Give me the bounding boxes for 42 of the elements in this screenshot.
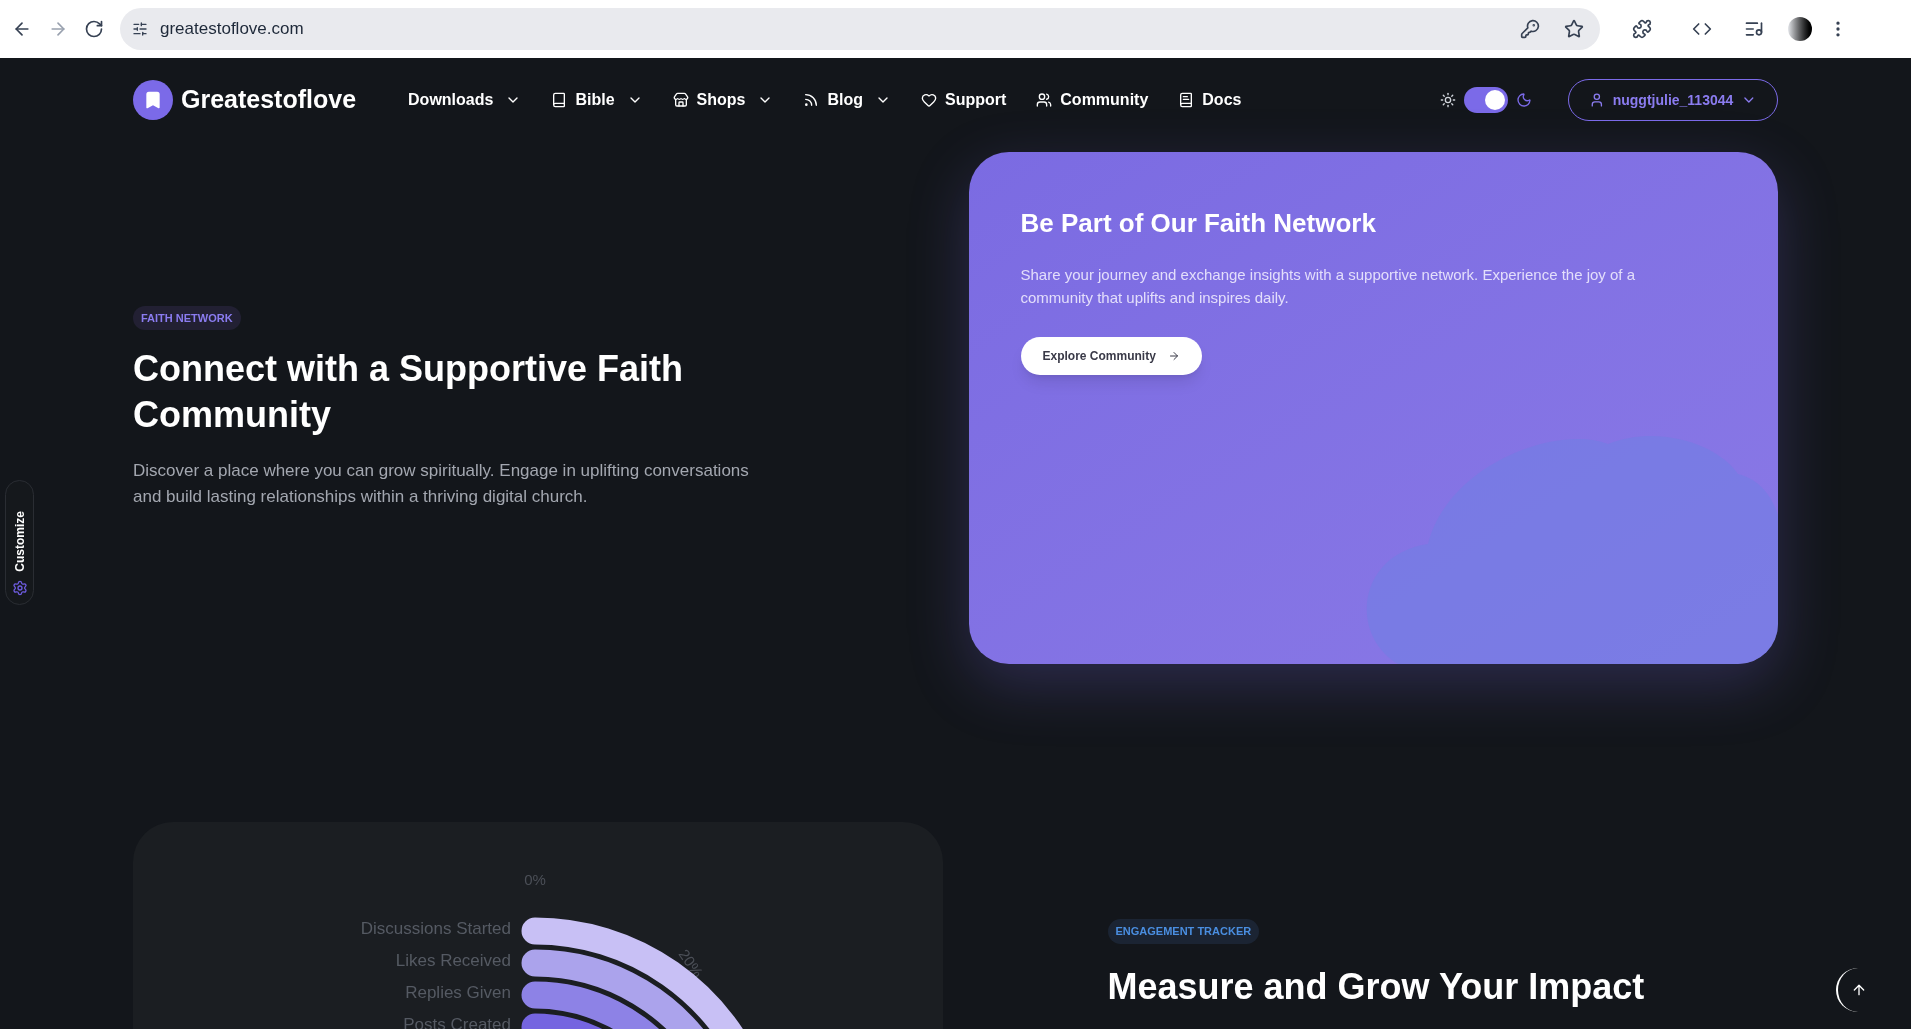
url-text: greatestoflove.com — [160, 18, 305, 41]
moon-icon — [1516, 92, 1532, 108]
site-settings-icon[interactable] — [132, 21, 148, 37]
reload-icon[interactable] — [84, 19, 104, 39]
profile-avatar[interactable] — [1788, 17, 1812, 41]
nav-link[interactable]: Support — [920, 88, 1007, 112]
bookmark-star-icon[interactable] — [1564, 19, 1584, 39]
explore-community-button[interactable]: Explore Community — [1020, 337, 1202, 375]
hero-paragraph: Discover a place where you can grow spiritually. Engage in uplifting conversations and build lasting relationships within a thriving digital church. — [133, 460, 750, 509]
bar-label: Likes Received — [395, 951, 511, 970]
customize-tab[interactable]: Customize — [5, 480, 34, 605]
sun-icon — [1440, 92, 1456, 108]
extensions-icon[interactable] — [1632, 19, 1652, 39]
heart-icon — [920, 92, 937, 108]
store-icon — [672, 92, 689, 108]
address-bar[interactable]: greatestoflove.com — [120, 8, 1600, 50]
tracker-heading: Measure and Grow Your Impact — [1107, 964, 1646, 1009]
theme-toggle[interactable] — [1464, 87, 1508, 113]
document-icon — [1178, 92, 1195, 108]
key-icon[interactable] — [1520, 19, 1540, 39]
media-icon[interactable] — [1744, 19, 1764, 39]
card-paragraph: Share your journey and exchange insights with a supportive network. Experience the joy of a community that uplifts and inspires daily. — [1020, 265, 1637, 308]
bar-label: Replies Given — [405, 983, 511, 1002]
nav-link[interactable]: Bible — [551, 88, 643, 112]
arrow-right-icon — [1167, 350, 1180, 362]
section-badge: FAITH NETWORK — [133, 305, 241, 331]
bar-label: Discussions Started — [360, 919, 511, 938]
nav-link[interactable]: Shops — [672, 88, 774, 112]
users-icon — [1036, 92, 1053, 108]
brand-name[interactable]: Greatestoflove — [181, 81, 357, 119]
nav-link[interactable]: Docs — [1178, 88, 1242, 112]
hero-heading: Connect with a Supportive Faith Community — [133, 347, 685, 438]
section-badge: ENGAGEMENT TRACKER — [1107, 919, 1260, 944]
book-icon — [551, 92, 568, 108]
rss-icon — [803, 92, 820, 108]
gear-icon — [11, 580, 28, 596]
card-heading: Be Part of Our Faith Network — [1020, 207, 1377, 240]
nav-link[interactable]: Downloads — [408, 88, 522, 112]
nav-link[interactable]: Community — [1036, 88, 1149, 112]
user-icon — [1589, 92, 1605, 108]
logo-icon[interactable] — [133, 80, 173, 120]
nav-link[interactable]: Blog — [803, 88, 891, 112]
